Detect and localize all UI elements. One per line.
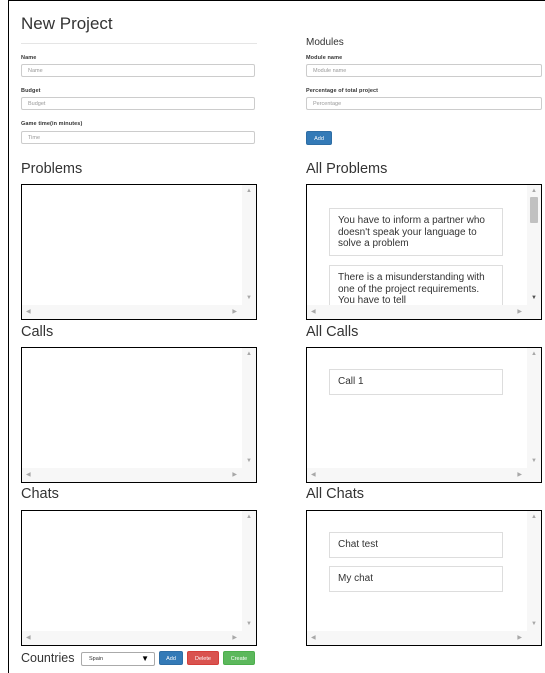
- scrollbar-thumb[interactable]: [530, 197, 538, 223]
- calls-dropzone[interactable]: ▲ ▼ ◀ ▶: [21, 347, 257, 483]
- scroll-up-arrow-icon[interactable]: ▲: [531, 188, 537, 194]
- horizontal-scrollbar[interactable]: [22, 631, 242, 645]
- scroll-left-arrow-icon[interactable]: ◀: [26, 309, 31, 315]
- name-label: Name: [21, 55, 37, 61]
- problem-card[interactable]: You have to inform a partner who doesn't…: [329, 208, 503, 256]
- scroll-up-arrow-icon[interactable]: ▲: [246, 514, 252, 520]
- vertical-scrollbar[interactable]: [242, 348, 256, 468]
- calls-title: Calls: [21, 324, 54, 340]
- scroll-right-arrow-icon[interactable]: ▶: [517, 472, 522, 478]
- percentage-input[interactable]: Percentage: [306, 97, 542, 110]
- all-calls-title: All Calls: [306, 324, 359, 340]
- window-border-left: [8, 0, 9, 673]
- horizontal-scrollbar[interactable]: [307, 305, 527, 319]
- country-select[interactable]: Spain ▼: [81, 652, 155, 666]
- problems-dropzone[interactable]: ▲ ▼ ◀ ▶: [21, 184, 257, 320]
- budget-label: Budget: [21, 88, 41, 94]
- scroll-down-arrow-icon[interactable]: ▼: [246, 295, 252, 301]
- delete-country-button[interactable]: Delete: [187, 651, 219, 665]
- add-module-button[interactable]: Add: [306, 131, 332, 145]
- game-time-input[interactable]: Time: [21, 131, 255, 144]
- scroll-left-arrow-icon[interactable]: ◀: [26, 472, 31, 478]
- scroll-down-arrow-icon[interactable]: ▼: [246, 458, 252, 464]
- all-chats-title: All Chats: [306, 486, 365, 502]
- scroll-right-arrow-icon[interactable]: ▶: [232, 472, 237, 478]
- chats-dropzone[interactable]: ▲ ▼ ◀ ▶: [21, 510, 257, 646]
- scroll-up-arrow-icon[interactable]: ▲: [531, 514, 537, 520]
- call-card[interactable]: Call 1: [329, 369, 503, 395]
- scroll-right-arrow-icon[interactable]: ▶: [232, 635, 237, 641]
- chevron-down-icon: ▼: [141, 654, 149, 663]
- scroll-left-arrow-icon[interactable]: ◀: [26, 635, 31, 641]
- scroll-right-arrow-icon[interactable]: ▶: [517, 635, 522, 641]
- vertical-scrollbar[interactable]: [242, 185, 256, 305]
- scroll-down-arrow-icon[interactable]: ▼: [531, 458, 537, 464]
- create-country-button[interactable]: Create: [223, 651, 255, 665]
- scrollbar-corner: [527, 631, 541, 645]
- game-time-label: Game time(in minutes): [21, 121, 83, 127]
- vertical-scrollbar[interactable]: [242, 511, 256, 631]
- scroll-right-arrow-icon[interactable]: ▶: [517, 309, 522, 315]
- scroll-down-arrow-icon[interactable]: ▼: [246, 621, 252, 627]
- chat-card[interactable]: Chat test: [329, 532, 503, 558]
- module-name-input[interactable]: Module name: [306, 64, 542, 77]
- title-divider: [21, 43, 257, 44]
- module-name-label: Module name: [306, 55, 343, 61]
- chat-card[interactable]: My chat: [329, 566, 503, 592]
- scroll-left-arrow-icon[interactable]: ◀: [311, 309, 316, 315]
- vertical-scrollbar[interactable]: [527, 348, 541, 468]
- budget-input[interactable]: Budget: [21, 97, 255, 110]
- name-input[interactable]: Name: [21, 64, 255, 77]
- scrollbar-corner: [242, 305, 256, 319]
- scroll-right-arrow-icon[interactable]: ▶: [232, 309, 237, 315]
- modules-title: Modules: [306, 37, 344, 48]
- scroll-left-arrow-icon[interactable]: ◀: [311, 635, 316, 641]
- percentage-label: Percentage of total project: [306, 88, 379, 94]
- horizontal-scrollbar[interactable]: [22, 305, 242, 319]
- scroll-up-arrow-icon[interactable]: ▲: [531, 351, 537, 357]
- scroll-up-arrow-icon[interactable]: ▲: [246, 351, 252, 357]
- vertical-scrollbar[interactable]: [527, 511, 541, 631]
- scroll-down-arrow-icon[interactable]: ▼: [531, 295, 537, 301]
- horizontal-scrollbar[interactable]: [307, 468, 527, 482]
- countries-label: Countries: [21, 651, 75, 665]
- window-border-top: [8, 0, 545, 1]
- scrollbar-corner: [527, 305, 541, 319]
- scroll-left-arrow-icon[interactable]: ◀: [311, 472, 316, 478]
- problems-title: Problems: [21, 161, 83, 177]
- scrollbar-corner: [242, 631, 256, 645]
- scroll-up-arrow-icon[interactable]: ▲: [246, 188, 252, 194]
- all-problems-list[interactable]: You have to inform a partner who doesn't…: [306, 184, 542, 320]
- horizontal-scrollbar[interactable]: [22, 468, 242, 482]
- all-chats-list[interactable]: Chat test My chat ▲ ▼ ◀ ▶: [306, 510, 542, 646]
- add-country-button[interactable]: Add: [159, 651, 183, 665]
- country-select-value: Spain: [89, 656, 104, 662]
- all-problems-title: All Problems: [306, 161, 388, 177]
- chats-title: Chats: [21, 486, 59, 502]
- page-title: New Project: [21, 14, 113, 33]
- horizontal-scrollbar[interactable]: [307, 631, 527, 645]
- scrollbar-corner: [527, 468, 541, 482]
- scrollbar-corner: [242, 468, 256, 482]
- scroll-down-arrow-icon[interactable]: ▼: [531, 621, 537, 627]
- all-calls-list[interactable]: Call 1 ▲ ▼ ◀ ▶: [306, 347, 542, 483]
